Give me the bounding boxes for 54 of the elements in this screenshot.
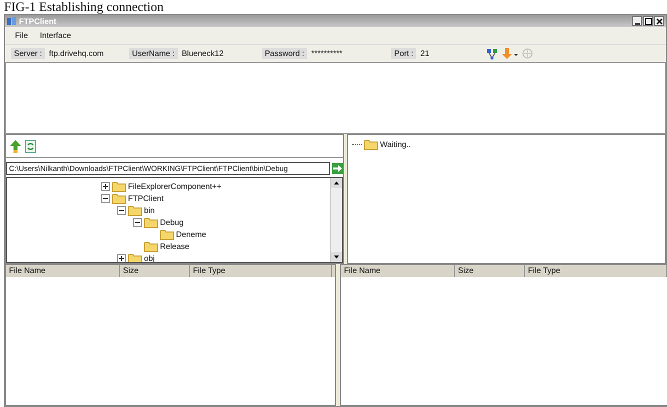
tree-item[interactable]: Deneme <box>176 230 206 238</box>
tree-item[interactable]: Debug <box>160 218 184 226</box>
folder-icon <box>112 192 126 204</box>
maximize-button[interactable] <box>643 16 653 26</box>
globe-icon <box>522 48 534 59</box>
input-field[interactable]: 21 <box>416 49 470 58</box>
window-title: FTPClient <box>19 16 56 26</box>
folder-icon <box>160 228 174 240</box>
expand-icon[interactable] <box>101 182 110 190</box>
collapse-icon[interactable] <box>117 206 126 214</box>
go-button[interactable] <box>332 163 343 174</box>
column-header[interactable]: File Type <box>525 265 667 277</box>
tree-item[interactable]: bin <box>144 206 155 214</box>
column-header[interactable]: File Name <box>6 265 120 277</box>
folder-icon <box>144 240 158 252</box>
field-label: Port : <box>391 48 416 59</box>
app-icon <box>7 16 17 26</box>
collapse-icon[interactable] <box>133 218 142 226</box>
field-label: UserName : <box>129 48 178 59</box>
collapse-icon[interactable] <box>101 194 110 202</box>
column-header[interactable]: File Type <box>190 265 332 277</box>
minimize-button[interactable] <box>632 16 642 26</box>
column-header[interactable]: Size <box>455 265 525 277</box>
menu-item[interactable]: Interface <box>40 31 72 40</box>
tree-item[interactable]: FTPClient <box>128 194 164 202</box>
up-arrow-icon[interactable] <box>10 140 21 152</box>
folder-icon <box>364 138 378 150</box>
menu-item[interactable]: File <box>15 31 28 40</box>
maximize-icon <box>644 18 652 24</box>
folder-icon <box>112 180 126 192</box>
expand-icon[interactable] <box>117 254 126 262</box>
download-arrow-icon[interactable] <box>502 48 518 60</box>
input-field[interactable]: Blueneck12 <box>178 49 246 58</box>
tree-item[interactable]: Release <box>160 242 190 250</box>
input-field[interactable]: ftp.drivehq.com <box>45 49 114 58</box>
figure-caption: FIG-1 Establishing connection <box>3 0 164 14</box>
scroll-down-icon[interactable] <box>331 252 342 262</box>
tree-item[interactable]: FileExplorerComponent++ <box>128 182 222 190</box>
close-icon <box>656 18 662 24</box>
folder-icon <box>144 216 158 228</box>
tree-item: Waiting.. <box>380 140 411 148</box>
field-label: Password : <box>262 48 308 59</box>
scroll-up-icon[interactable] <box>331 178 342 188</box>
scrollbar[interactable] <box>330 178 342 262</box>
folder-icon <box>128 252 142 262</box>
column-header[interactable]: File Name <box>341 265 455 277</box>
column-header[interactable]: Size <box>120 265 190 277</box>
close-button[interactable] <box>654 16 664 26</box>
field-label: Server : <box>11 48 46 59</box>
input-field[interactable]: ********** <box>307 49 376 58</box>
tree-item[interactable]: obj <box>144 254 155 262</box>
folder-icon <box>128 204 142 216</box>
refresh-icon[interactable] <box>25 140 36 152</box>
network-icon[interactable] <box>486 48 498 60</box>
